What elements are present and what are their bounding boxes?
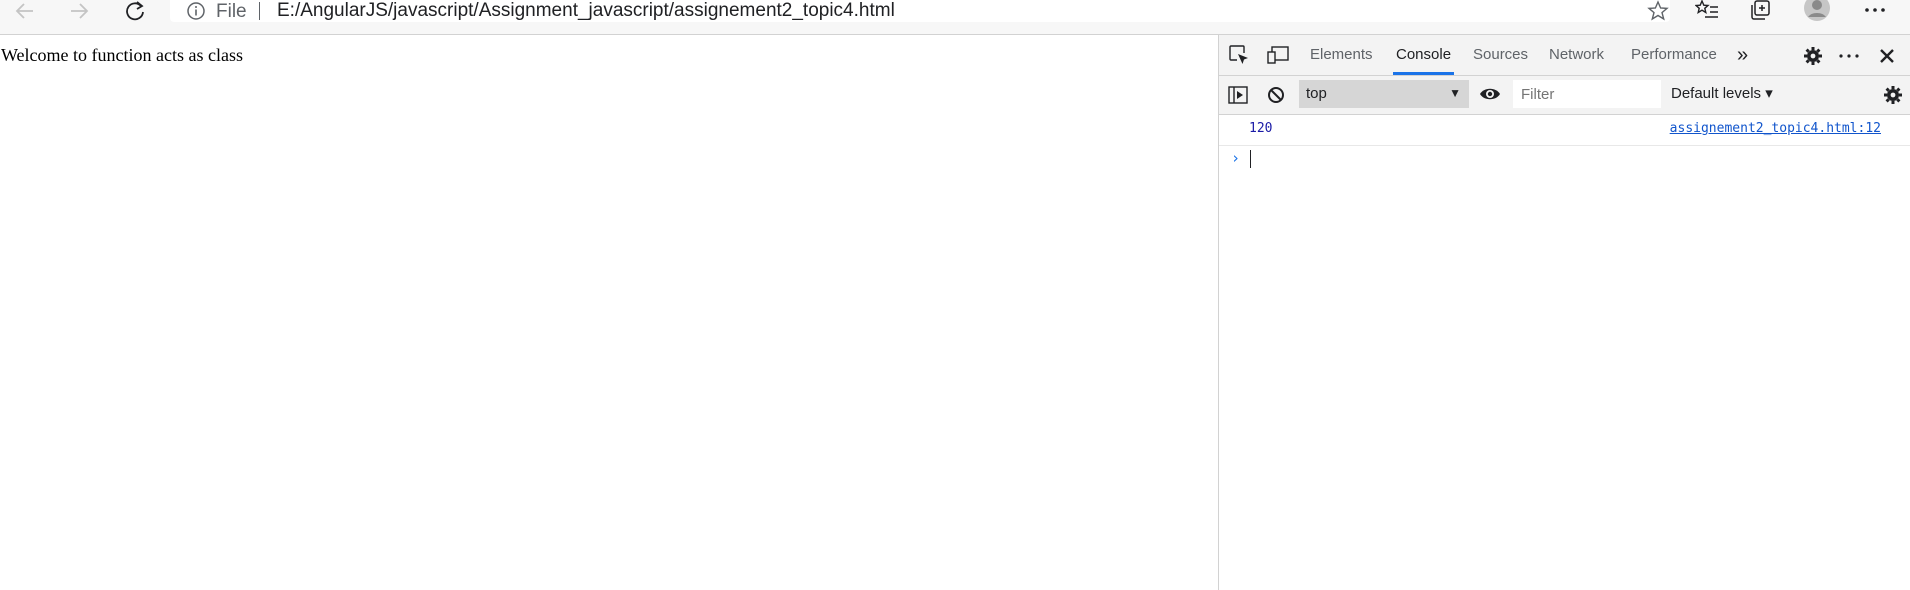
back-arrow-icon xyxy=(15,3,33,19)
clear-console-icon[interactable] xyxy=(1264,83,1288,107)
console-filter-input[interactable] xyxy=(1513,80,1661,108)
refresh-button[interactable] xyxy=(118,0,152,22)
page-viewport: Welcome to function acts as class xyxy=(0,35,1218,590)
scheme-label: File xyxy=(216,1,247,22)
context-selector-value: top xyxy=(1306,85,1327,102)
devtools-more-options-icon[interactable] xyxy=(1837,44,1861,68)
console-output[interactable]: 120 assignement2_topic4.html:12 › xyxy=(1219,115,1910,172)
back-button[interactable] xyxy=(8,0,42,22)
context-selector[interactable]: top ▼ xyxy=(1299,80,1469,108)
console-log-source-link[interactable]: assignement2_topic4.html:12 xyxy=(1670,121,1881,136)
console-settings-gear-icon[interactable] xyxy=(1881,83,1905,107)
devtools-tab-bar: Elements Console Sources Network Perform… xyxy=(1219,35,1910,76)
console-log-value: 120 xyxy=(1249,121,1273,136)
tab-performance[interactable]: Performance xyxy=(1631,35,1717,75)
address-divider xyxy=(259,2,260,20)
tab-elements[interactable]: Elements xyxy=(1310,35,1373,75)
browser-toolbar: File E:/AngularJS/javascript/Assignment_… xyxy=(0,0,1910,35)
forward-button[interactable] xyxy=(62,0,96,22)
settings-more-icon[interactable] xyxy=(1858,0,1892,22)
refresh-icon xyxy=(126,1,144,21)
inspect-element-icon[interactable] xyxy=(1227,43,1251,67)
console-input-cursor[interactable] xyxy=(1250,150,1251,168)
devtools-settings-gear-icon[interactable] xyxy=(1801,44,1825,68)
prompt-chevron-icon: › xyxy=(1231,149,1241,167)
devtools-panel: Elements Console Sources Network Perform… xyxy=(1218,35,1910,590)
url-text[interactable]: E:/AngularJS/javascript/Assignment_javas… xyxy=(277,0,895,22)
more-tabs-chevron-icon[interactable]: » xyxy=(1737,35,1748,75)
tab-console[interactable]: Console xyxy=(1392,35,1455,75)
address-bar[interactable]: File E:/AngularJS/javascript/Assignment_… xyxy=(170,0,1670,22)
tab-sources[interactable]: Sources xyxy=(1473,35,1528,75)
console-prompt-row[interactable]: › xyxy=(1219,146,1910,172)
devtools-close-icon[interactable] xyxy=(1875,44,1899,68)
favorites-icon[interactable] xyxy=(1690,0,1724,22)
dropdown-caret-icon: ▼ xyxy=(1449,86,1461,100)
live-expression-eye-icon[interactable] xyxy=(1477,82,1503,106)
forward-arrow-icon xyxy=(71,3,89,19)
show-sidebar-icon[interactable] xyxy=(1226,83,1250,107)
info-icon[interactable] xyxy=(186,1,206,26)
page-heading-text: Welcome to function acts as class xyxy=(1,45,243,65)
console-log-row: 120 assignement2_topic4.html:12 xyxy=(1219,115,1910,146)
device-toolbar-icon[interactable] xyxy=(1265,43,1291,67)
collections-icon[interactable] xyxy=(1744,0,1778,22)
default-levels-dropdown[interactable]: Default levels ▾ xyxy=(1671,80,1773,108)
favorite-star-icon[interactable] xyxy=(1646,0,1670,28)
console-toolbar: top ▼ Default levels ▾ xyxy=(1219,76,1910,115)
tab-network[interactable]: Network xyxy=(1549,35,1604,75)
profile-avatar-icon[interactable] xyxy=(1800,0,1834,22)
